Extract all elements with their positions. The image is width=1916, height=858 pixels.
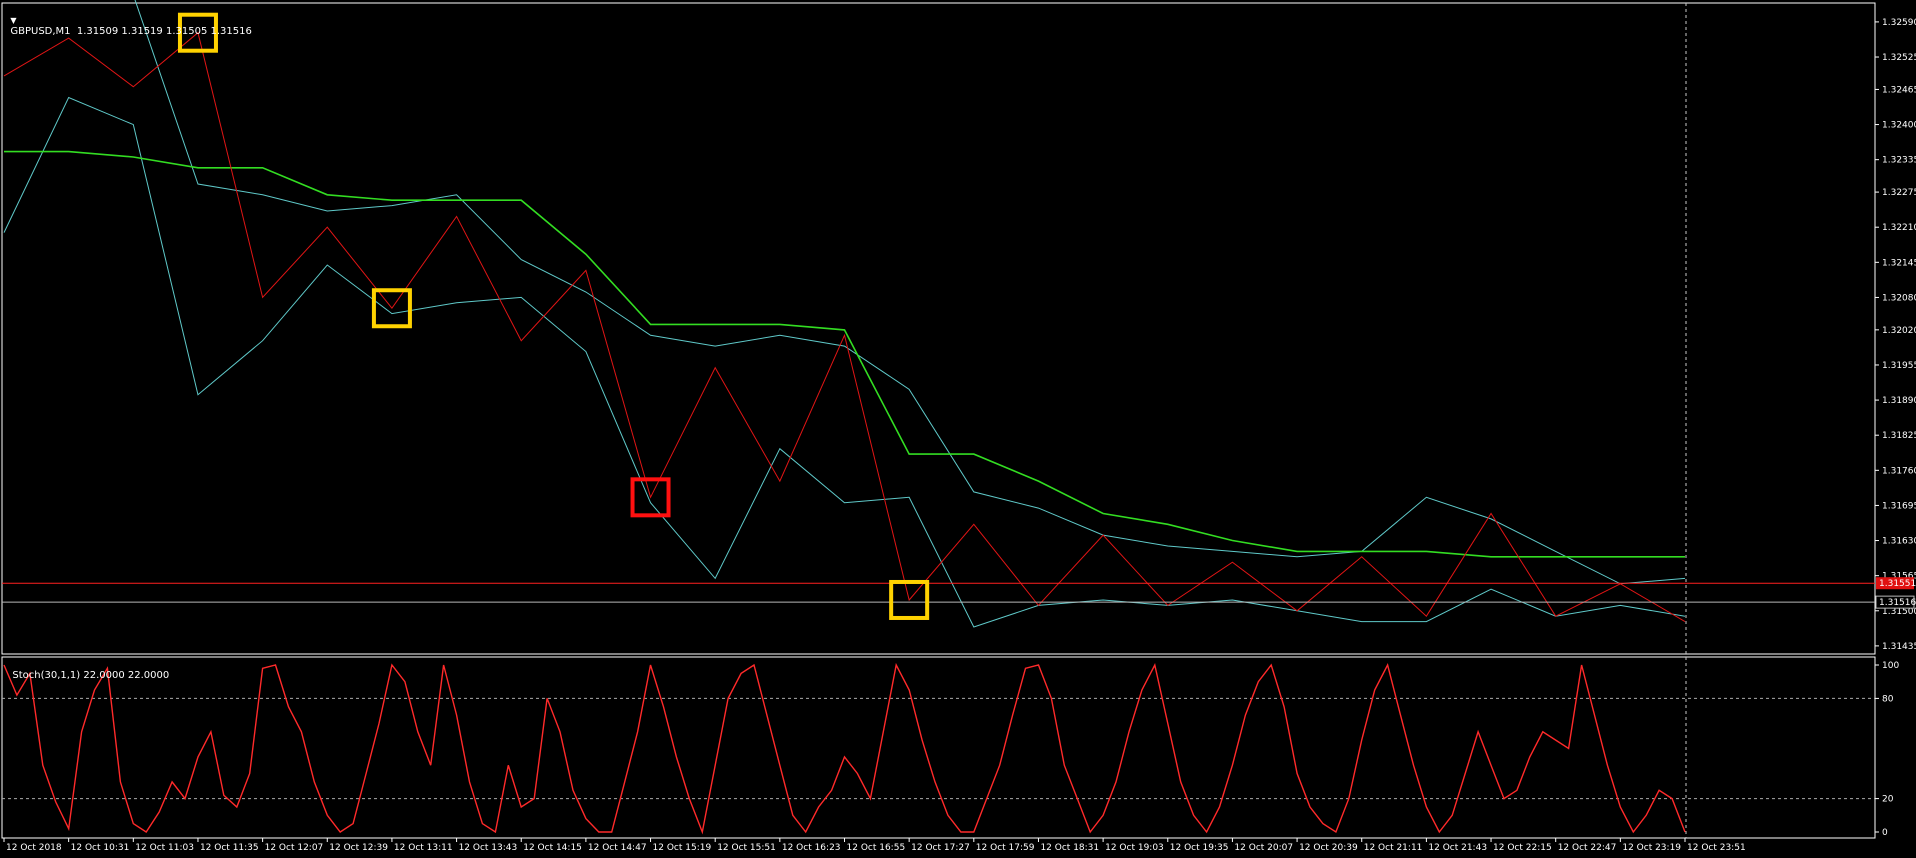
upper-band-line [134, 0, 1686, 585]
stoch-level-label: 80 [1882, 694, 1894, 704]
time-label: 12 Oct 23:51 [1687, 843, 1746, 853]
time-label: 12 Oct 20:39 [1299, 843, 1358, 853]
price-tick-label: 1.32020 [1882, 326, 1916, 336]
stoch-line [3, 662, 1686, 835]
stoch-level-label: 0 [1882, 828, 1888, 838]
stoch-info: Stoch(30,1,1) 22.0000 22.0000 [12, 670, 170, 681]
time-label: 12 Oct 13:43 [459, 843, 518, 853]
time-label: 12 Oct 12:39 [329, 843, 388, 853]
price-tick-label: 1.32400 [1882, 121, 1916, 131]
price-tick-label: 1.32080 [1882, 293, 1916, 303]
price-tick-label: 1.32525 [1882, 53, 1916, 63]
price-tick-label: 1.31435 [1882, 642, 1916, 652]
price-tick-label: 1.32275 [1882, 188, 1916, 198]
zigzag-line [3, 31, 1686, 623]
time-label: 12 Oct 14:15 [523, 843, 582, 853]
chart-svg[interactable]: 1.32590 1.32525 1.32465 1.32400 1.32335 1.322… [0, 0, 1916, 858]
time-label: 12 Oct 20:07 [1234, 843, 1293, 853]
price-tick-label: 1.31890 [1882, 396, 1916, 406]
dropdown-triangle-icon[interactable]: ▼ [10, 16, 16, 25]
price-tick-label: 1.32465 [1882, 85, 1916, 95]
price-tick-label: 1.32145 [1882, 258, 1916, 268]
symbol-header: ▼ GBPUSD,M1 1.31509 1.31519 1.31505 1.31… [4, 4, 252, 37]
time-label: 12 Oct 10:31 [71, 843, 130, 853]
time-label: 12 Oct 15:51 [717, 843, 776, 853]
time-label: 12 Oct 17:59 [976, 843, 1035, 853]
time-label: 12 Oct 23:19 [1622, 843, 1681, 853]
time-label: 12 Oct 16:23 [782, 843, 841, 853]
bid-price-label: 1.31516 [1879, 598, 1916, 608]
time-label: 12 Oct 13:11 [394, 843, 453, 853]
time-label: 12 Oct 19:35 [1170, 843, 1229, 853]
time-label: 12 Oct 21:43 [1428, 843, 1487, 853]
time-label: 12 Oct 11:03 [135, 843, 194, 853]
time-label: 12 Oct 2018 [6, 843, 62, 853]
price-tick-label: 1.31955 [1882, 361, 1916, 371]
trend-line [4, 150, 1685, 558]
time-label: 12 Oct 22:47 [1558, 843, 1617, 853]
time-label: 12 Oct 12:07 [265, 843, 324, 853]
time-label: 12 Oct 18:31 [1040, 843, 1099, 853]
price-tick-label: 1.32335 [1882, 156, 1916, 166]
price-tick-label: 1.32590 [1882, 18, 1916, 28]
time-label: 12 Oct 14:47 [588, 843, 647, 853]
price-tick-label: 1.31825 [1882, 431, 1916, 441]
time-label: 12 Oct 11:35 [200, 843, 259, 853]
price-tick-label: 1.31695 [1882, 501, 1916, 511]
time-label: 12 Oct 15:19 [653, 843, 712, 853]
time-label: 12 Oct 17:27 [911, 843, 970, 853]
symbol-info: GBPUSD,M1 1.31509 1.31519 1.31505 1.3151… [10, 26, 252, 37]
time-label: 12 Oct 16:55 [847, 843, 906, 853]
red-price-label: 1.31551 [1879, 579, 1916, 589]
stoch-pane-frame [1, 656, 1876, 839]
price-tick-label: 1.32210 [1882, 223, 1916, 233]
price-tick-label: 1.31630 [1882, 537, 1916, 547]
stoch-level-label: 100 [1882, 661, 1899, 671]
time-label: 12 Oct 22:15 [1493, 843, 1552, 853]
price-tick-label: 1.31760 [1882, 466, 1916, 476]
time-label: 12 Oct 19:03 [1105, 843, 1164, 853]
lower-band-line [3, 96, 1686, 628]
stoch-header: Stoch(30,1,1) 22.0000 22.0000 [6, 659, 169, 681]
time-label: 12 Oct 21:11 [1364, 843, 1423, 853]
stoch-level-label: 20 [1882, 795, 1894, 805]
